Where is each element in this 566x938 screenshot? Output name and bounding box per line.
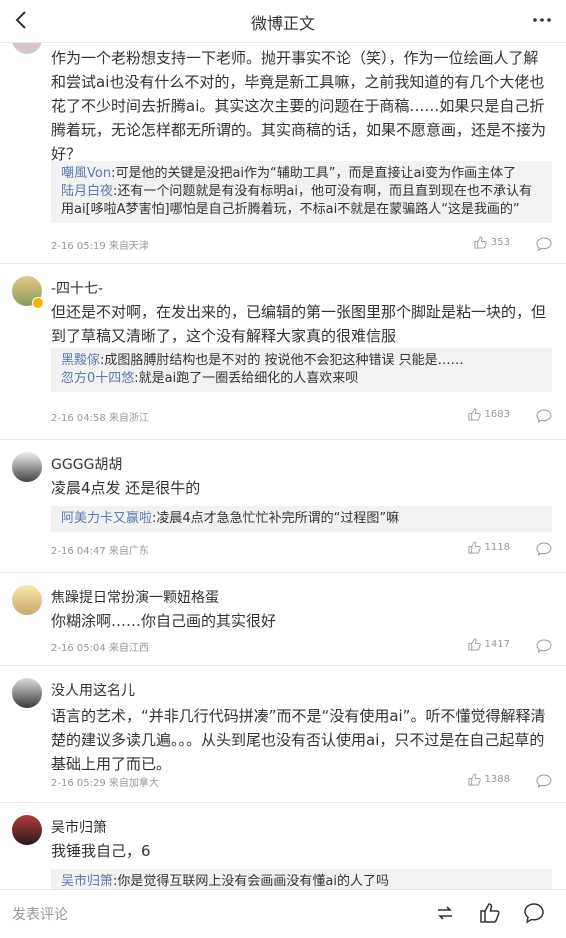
like-count: 1417 — [484, 639, 510, 650]
reply-username[interactable]: 陆月白夜 — [61, 184, 113, 199]
verified-badge-icon — [32, 297, 44, 309]
page-title: 微博正文 — [250, 14, 315, 33]
reply-preview[interactable]: 嘲風Von:可是他的关键是没把ai作为“辅助工具”，而是直接让ai变为作画主体了… — [51, 161, 552, 223]
like-count: 1683 — [484, 409, 510, 420]
comment-text: 我锤我自己，6 — [51, 842, 151, 860]
comment-meta: 2-16 05:04 来自江西 — [51, 643, 149, 654]
comment-text: 作为一个老粉想支持一下老师。抛开事实不论（笑），作为一位绘画人了解和尝试ai也没… — [51, 49, 547, 163]
user-avatar[interactable] — [12, 585, 42, 615]
reply-username[interactable]: 阿美力卡又赢啦 — [61, 511, 152, 526]
reply-text: :成图胳膊肘结构也是不对的 按说他不会犯这种错误 只能是…… — [100, 353, 464, 368]
comment-input[interactable]: 发表评论 — [12, 904, 68, 924]
comment-reply-icon[interactable] — [536, 237, 552, 251]
reply-line: 阿美力卡又赢啦:凌晨4点才急急忙忙补完所谓的“过程图”嘛 — [61, 510, 542, 528]
thumbs-up-icon[interactable] — [479, 902, 501, 924]
bottom-action-bar: 发表评论 — [0, 889, 566, 938]
reply-text: :凌晨4点才急急忙忙补完所谓的“过程图”嘛 — [152, 511, 400, 526]
user-avatar[interactable] — [12, 452, 42, 482]
comment-feed[interactable]: 作为一个老粉想支持一下老师。抛开事实不论（笑），作为一位绘画人了解和尝试ai也没… — [0, 42, 566, 889]
comment-text: 你糊涂啊……你自己画的其实很好 — [51, 612, 277, 630]
top-nav-bar: 微博正文 — [0, 0, 566, 43]
comment-username[interactable]: 没人用这名儿 — [51, 680, 135, 700]
comment-meta: 2-16 04:58 来自浙江 — [51, 413, 149, 424]
comment-text: 凌晨4点发 还是很牛的 — [51, 479, 201, 497]
comment-icon[interactable] — [523, 902, 545, 924]
reply-username[interactable]: 吴市归箫 — [61, 874, 113, 889]
comment-reply-icon[interactable] — [536, 774, 552, 788]
comment-meta: 2-16 05:19 来自天津 — [51, 241, 149, 252]
comment-reply-icon[interactable] — [536, 639, 552, 653]
comment-meta: 2-16 05:29 来自加拿大 — [51, 778, 159, 789]
reply-preview[interactable]: 黑黢傢:成图胳膊肘结构也是不对的 按说他不会犯这种错误 只能是…… 忽方0十四悠… — [51, 348, 552, 392]
reply-username[interactable]: 嘲風Von — [61, 166, 111, 181]
thumbs-up-icon — [468, 638, 481, 651]
like-button[interactable]: 353 — [474, 236, 510, 249]
thumbs-up-icon — [468, 408, 481, 421]
reply-preview[interactable]: 吴市归箫:你是觉得互联网上没有会画画没有懂ai的人了吗 — [51, 869, 552, 889]
comment-item: GGGG胡胡 凌晨4点发 还是很牛的 阿美力卡又赢啦:凌晨4点才急急忙忙补完所谓… — [0, 440, 566, 573]
comment-meta: 2-16 04:47 来自广东 — [51, 546, 149, 557]
thumbs-up-icon — [468, 773, 481, 786]
reply-text: :还有一个问题就是有没有标明ai，他可没有啊，而且直到现在也不承认有用ai[哆啦… — [61, 184, 532, 217]
like-button[interactable]: 1417 — [468, 638, 510, 651]
comment-reply-icon[interactable] — [536, 409, 552, 423]
comment-item: 吴市归箫 我锤我自己，6 吴市归箫:你是觉得互联网上没有会画画没有懂ai的人了吗 — [0, 803, 566, 889]
comment-username[interactable]: 吴市归箫 — [51, 817, 107, 837]
comment-reply-icon[interactable] — [536, 542, 552, 556]
comment-text: 语言的艺术，“并非几行代码拼凑”而不是“没有使用ai”。听不懂觉得解释清楚的建议… — [51, 707, 546, 773]
reply-line: 陆月白夜:还有一个问题就是有没有标明ai，他可没有啊，而且直到现在也不承认有用a… — [61, 183, 542, 219]
reply-line: 嘲風Von:可是他的关键是没把ai作为“辅助工具”，而是直接让ai变为作画主体了 — [61, 165, 542, 183]
comment-username[interactable]: GGGG胡胡 — [51, 454, 122, 474]
like-count: 353 — [490, 237, 510, 248]
user-avatar[interactable] — [12, 815, 42, 845]
comment-item: 没人用这名儿 语言的艺术，“并非几行代码拼凑”而不是“没有使用ai”。听不懂觉得… — [0, 666, 566, 803]
reply-line: 忽方0十四悠:就是ai跑了一圈丢给细化的人喜欢来呗 — [61, 370, 542, 388]
like-count: 1118 — [484, 542, 510, 553]
like-button[interactable]: 1118 — [468, 541, 510, 554]
reply-line: 吴市归箫:你是觉得互联网上没有会画画没有懂ai的人了吗 — [61, 873, 542, 889]
reply-text: :可是他的关键是没把ai作为“辅助工具”，而是直接让ai变为作画主体了 — [111, 166, 517, 181]
like-count: 1388 — [484, 774, 510, 785]
reply-text: :你是觉得互联网上没有会画画没有懂ai的人了吗 — [113, 874, 389, 889]
like-button[interactable]: 1388 — [468, 773, 510, 786]
repost-icon[interactable] — [434, 902, 456, 924]
thumbs-up-icon — [474, 236, 487, 249]
like-button[interactable]: 1683 — [468, 408, 510, 421]
comment-item: -四十七- 但还是不对啊，在发出来的，已编辑的第一张图里那个脚趾是粘一块的，但到… — [0, 264, 566, 440]
comment-item: 焦躁提日常扮演一颗妞格蛋 你糊涂啊……你自己画的其实很好 2-16 05:04 … — [0, 573, 566, 666]
more-options-icon[interactable] — [532, 8, 552, 32]
user-avatar[interactable] — [12, 678, 42, 708]
reply-line: 黑黢傢:成图胳膊肘结构也是不对的 按说他不会犯这种错误 只能是…… — [61, 352, 542, 370]
reply-username[interactable]: 忽方0十四悠 — [61, 371, 134, 386]
comment-text: 但还是不对啊，在发出来的，已编辑的第一张图里那个脚趾是粘一块的，但到了草稿又清晰… — [51, 303, 547, 345]
reply-username[interactable]: 黑黢傢 — [61, 353, 100, 368]
comment-item: 作为一个老粉想支持一下老师。抛开事实不论（笑），作为一位绘画人了解和尝试ai也没… — [0, 42, 566, 264]
user-avatar[interactable] — [12, 42, 42, 54]
comment-username[interactable]: -四十七- — [51, 278, 103, 298]
reply-preview[interactable]: 阿美力卡又赢啦:凌晨4点才急急忙忙补完所谓的“过程图”嘛 — [51, 506, 552, 532]
thumbs-up-icon — [468, 541, 481, 554]
reply-text: :就是ai跑了一圈丢给细化的人喜欢来呗 — [134, 371, 359, 386]
comment-username[interactable]: 焦躁提日常扮演一颗妞格蛋 — [51, 587, 219, 607]
